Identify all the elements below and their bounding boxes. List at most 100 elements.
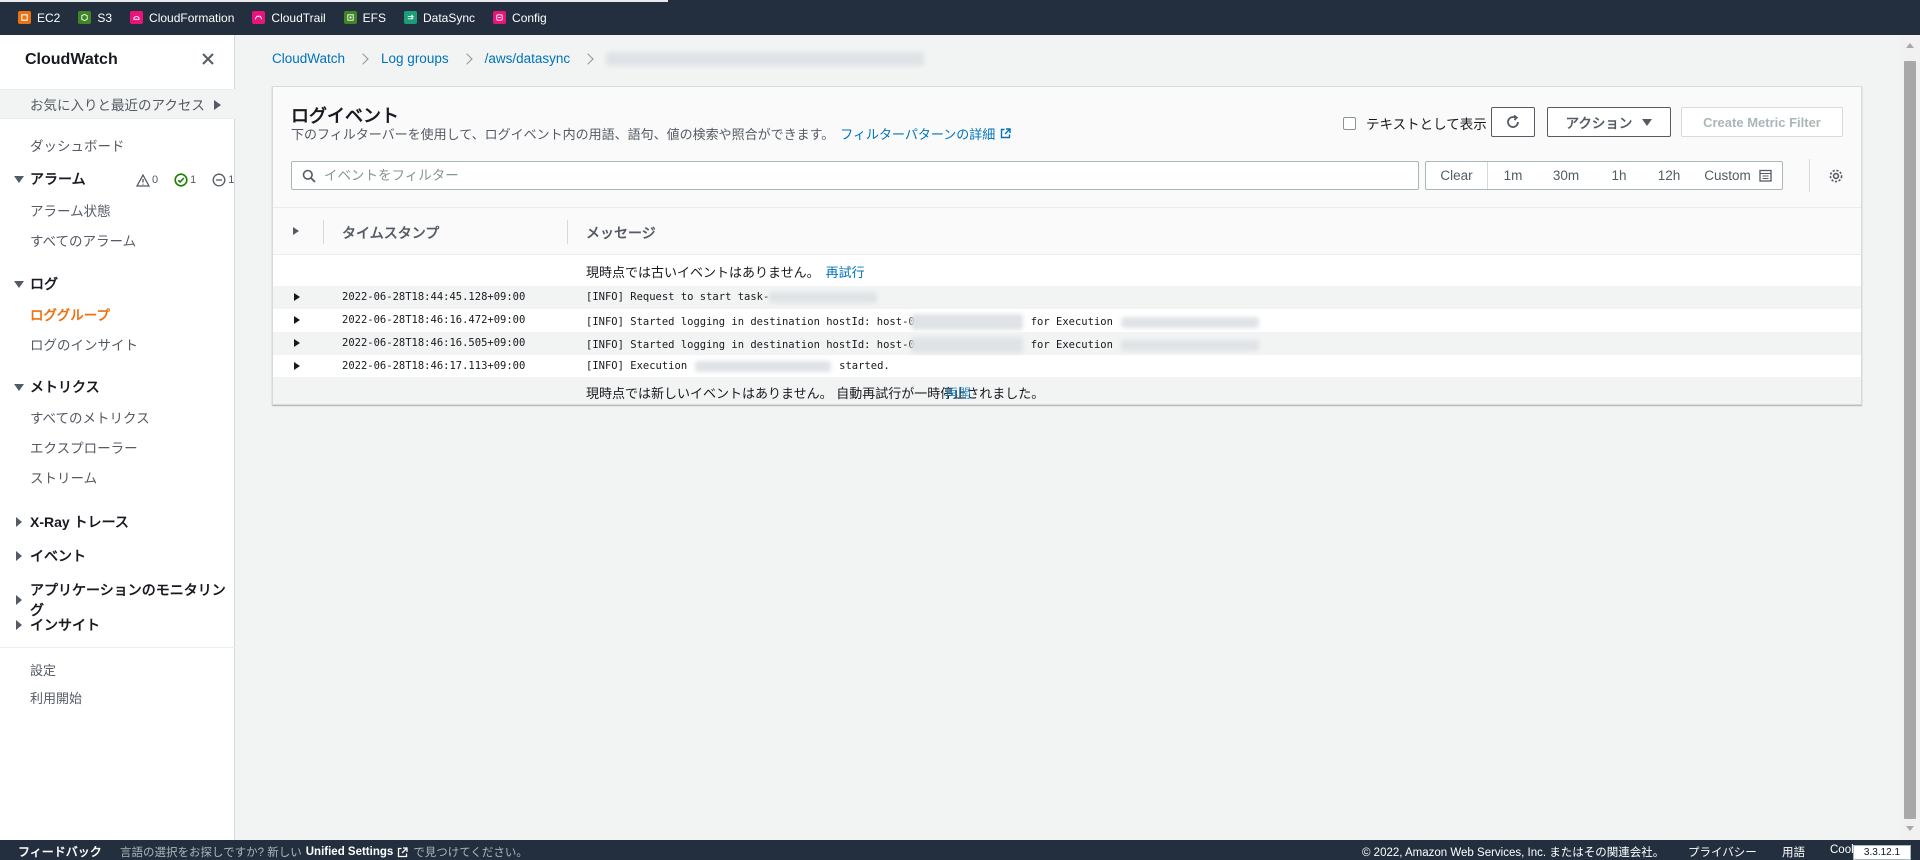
service-shortcut-config[interactable]: Config xyxy=(493,11,547,25)
time-range-30m[interactable]: 30m xyxy=(1538,162,1594,189)
view-as-text-label: テキストとして表示 xyxy=(1366,117,1487,132)
expand-row-icon[interactable] xyxy=(294,316,300,324)
time-range-clear[interactable]: Clear xyxy=(1426,162,1488,189)
unified-settings-link[interactable]: Unified Settings xyxy=(306,846,394,858)
service-shortcut-s3[interactable]: S3 xyxy=(78,11,112,25)
sidebar-item-all-alarms[interactable]: すべてのアラーム xyxy=(30,230,136,250)
page-scrollbar[interactable] xyxy=(1900,35,1920,840)
log-events-panel: ログイベント 下のフィルターバーを使用して、ログイベント内の用語、語句、値の検索… xyxy=(272,86,1862,405)
sidebar-divider xyxy=(0,647,235,648)
column-divider xyxy=(567,220,568,244)
time-range-1m[interactable]: 1m xyxy=(1488,162,1538,189)
view-as-text-checkbox[interactable] xyxy=(1343,116,1356,130)
redacted-log-stream xyxy=(606,51,925,66)
sidebar-item-explorer[interactable]: エクスプローラー xyxy=(30,437,138,457)
scroll-up-icon[interactable] xyxy=(1906,43,1914,48)
caret-right-icon xyxy=(16,620,22,630)
sidebar-section-xray[interactable]: X-Ray トレース xyxy=(14,512,129,532)
cloudformation-icon xyxy=(130,11,144,24)
view-as-text-toggle[interactable]: テキストとして表示 xyxy=(1343,113,1487,133)
caret-right-icon xyxy=(16,517,22,527)
service-shortcut-efs[interactable]: EFS xyxy=(343,11,386,25)
insufficient-data-icon xyxy=(212,173,226,187)
service-shortcut-ec2[interactable]: EC2 xyxy=(18,11,60,25)
event-timestamp: 2022-06-28T18:46:16.505+09:00 xyxy=(342,337,526,349)
refresh-button[interactable] xyxy=(1491,107,1535,137)
privacy-link[interactable]: プライバシー xyxy=(1688,844,1757,860)
expand-row-icon[interactable] xyxy=(294,293,300,301)
sidebar-item-settings[interactable]: 設定 xyxy=(30,660,56,679)
sidebar-section-logs[interactable]: ログ xyxy=(14,274,58,294)
sidebar-item-alarm-state[interactable]: アラーム状態 xyxy=(30,200,111,220)
sidebar-item-all-metrics[interactable]: すべてのメトリクス xyxy=(30,407,150,427)
favorites-label: お気に入りと最近のアクセス xyxy=(30,98,205,113)
insufficient-count[interactable]: 1 xyxy=(212,173,242,187)
chevron-right-icon xyxy=(357,52,369,65)
breadcrumb-log-group[interactable]: /aws/datasync xyxy=(485,51,571,66)
sidebar-item-getting-started[interactable]: 利用開始 xyxy=(30,688,82,707)
sidebar-section-insights[interactable]: インサイト xyxy=(14,615,100,635)
favorites-recent[interactable]: お気に入りと最近のアクセス xyxy=(0,89,235,119)
column-timestamp[interactable]: タイムスタンプ xyxy=(342,223,439,243)
retry-link[interactable]: 再試行 xyxy=(826,262,865,281)
alarm-status-badges: 0 1 1 xyxy=(136,173,250,187)
expand-row-icon[interactable] xyxy=(294,339,300,347)
actions-dropdown[interactable]: アクション xyxy=(1547,107,1671,137)
efs-icon xyxy=(343,11,357,24)
expand-row-icon[interactable] xyxy=(294,362,300,370)
scroll-thumb[interactable] xyxy=(1904,61,1916,819)
service-shortcut-cloudformation[interactable]: CloudFormation xyxy=(130,11,234,25)
chevron-right-icon xyxy=(460,52,473,65)
caret-down-icon xyxy=(14,280,24,288)
feedback-link[interactable]: フィードバック xyxy=(18,843,102,860)
resume-link[interactable]: 再開 xyxy=(945,383,971,402)
sidebar-item-log-groups[interactable]: ロググループ xyxy=(30,304,110,324)
section-label: ログ xyxy=(30,276,58,292)
ok-count[interactable]: 1 xyxy=(174,173,204,187)
scroll-down-icon[interactable] xyxy=(1906,826,1914,831)
service-shortcut-datasync[interactable]: DataSync xyxy=(404,11,475,25)
language-notice: 言語の選択をお探しですか? 新しい Unified Settings で見つけて… xyxy=(120,846,528,859)
service-label: CloudFormation xyxy=(149,10,235,25)
filter-pattern-link[interactable]: フィルターパターンの詳細 xyxy=(840,124,1011,143)
gear-icon[interactable] xyxy=(1826,166,1846,186)
table-row[interactable]: 2022-06-28T18:46:16.505+09:00 [INFO] Sta… xyxy=(273,332,1861,355)
time-range-1h[interactable]: 1h xyxy=(1594,162,1644,189)
service-bar: EC2 S3 CloudFormation CloudTrail EFS Dat… xyxy=(0,0,1920,35)
time-range-custom[interactable]: Custom xyxy=(1694,162,1782,189)
top-highlight xyxy=(0,0,668,2)
expand-all-icon[interactable] xyxy=(293,227,299,235)
time-range-12h[interactable]: 12h xyxy=(1644,162,1694,189)
service-shortcut-cloudtrail[interactable]: CloudTrail xyxy=(252,11,326,25)
create-metric-filter-button[interactable]: Create Metric Filter xyxy=(1681,107,1843,137)
caret-down-icon xyxy=(14,175,24,183)
event-message: [INFO] Request to start task- xyxy=(586,291,878,303)
cloudtrail-icon xyxy=(252,11,266,24)
breadcrumb-cloudwatch[interactable]: CloudWatch xyxy=(272,51,345,66)
event-message: [INFO] Started logging in destination ho… xyxy=(586,314,1259,330)
sidebar-item-logs-insights[interactable]: ログのインサイト xyxy=(30,334,138,354)
copyright: © 2022, Amazon Web Services, Inc. またはその関… xyxy=(1362,847,1665,859)
sidebar-section-app-monitoring[interactable]: アプリケーションのモニタリング xyxy=(14,580,234,620)
event-timestamp: 2022-06-28T18:44:45.128+09:00 xyxy=(342,291,526,303)
close-icon[interactable] xyxy=(198,49,218,69)
sidebar-item-dashboard[interactable]: ダッシュボード xyxy=(30,135,125,155)
filter-events-input[interactable] xyxy=(324,168,1404,183)
sidebar-section-metrics[interactable]: メトリクス xyxy=(14,377,100,397)
sidebar-section-events[interactable]: イベント xyxy=(14,546,86,566)
sidebar-item-streams[interactable]: ストリーム xyxy=(30,467,97,487)
table-row[interactable]: 2022-06-28T18:46:16.472+09:00 [INFO] Sta… xyxy=(273,309,1861,332)
table-row[interactable]: 2022-06-28T18:44:45.128+09:00 [INFO] Req… xyxy=(273,286,1861,309)
filter-events-search[interactable] xyxy=(291,161,1419,190)
ok-icon xyxy=(174,173,188,187)
sidebar-section-alarms[interactable]: アラーム xyxy=(14,169,86,189)
alarm-count[interactable]: 0 xyxy=(136,173,166,187)
section-label: アプリケーションのモニタリング xyxy=(30,582,226,618)
external-link-icon xyxy=(398,846,408,857)
newer-events-strip xyxy=(273,377,1861,404)
column-divider xyxy=(323,220,324,244)
column-message[interactable]: メッセージ xyxy=(586,223,656,243)
terms-link[interactable]: 用語 xyxy=(1782,844,1805,860)
breadcrumb-log-groups[interactable]: Log groups xyxy=(381,51,449,66)
table-row[interactable]: 2022-06-28T18:46:17.113+09:00 [INFO] Exe… xyxy=(273,355,1861,378)
